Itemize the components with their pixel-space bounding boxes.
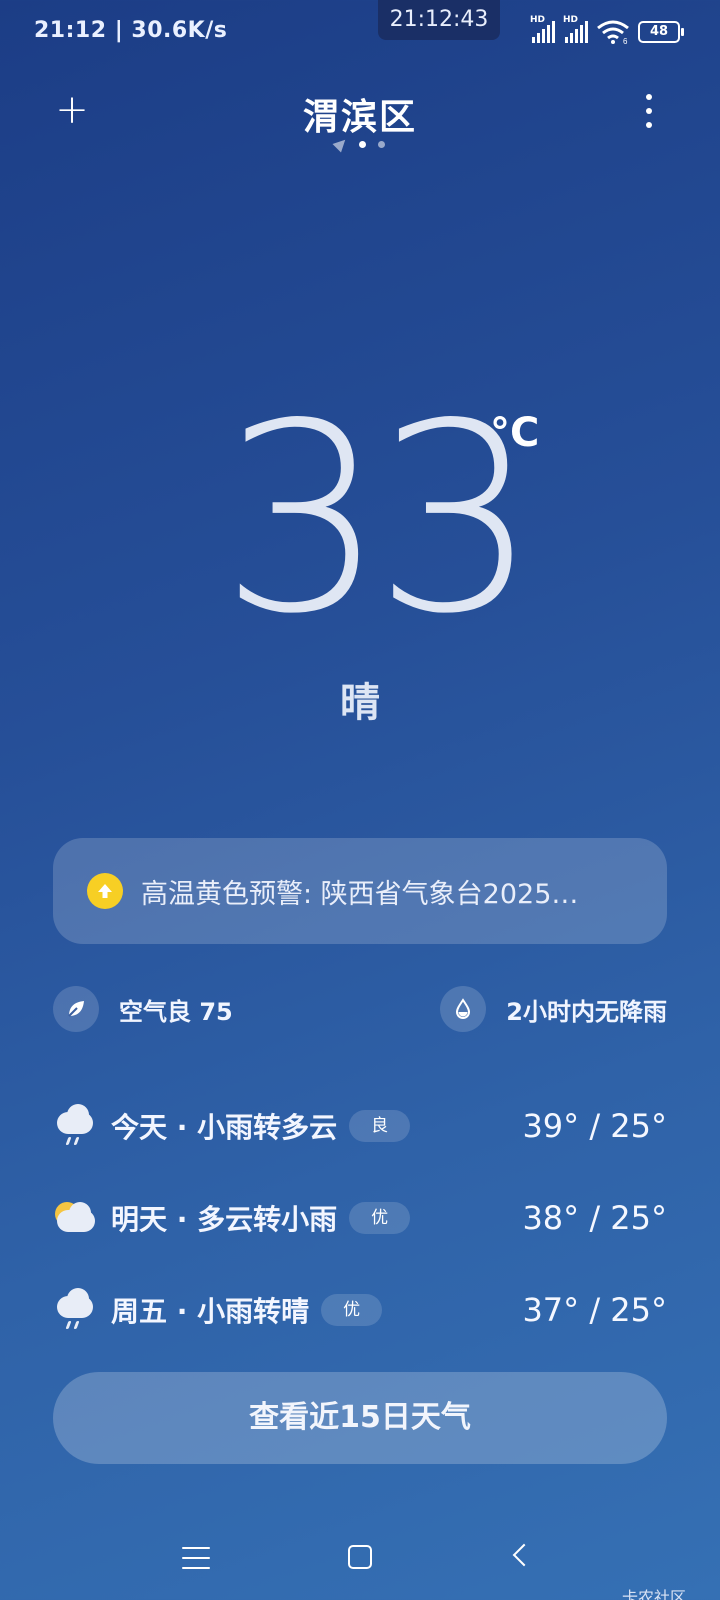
view-15-day-button[interactable]: 查看近15日天气	[53, 1372, 667, 1464]
aqi-badge: 良	[349, 1110, 411, 1142]
info-row: 空气良 75 2小时内无降雨	[53, 985, 667, 1033]
watermark: 卡农社区	[621, 1588, 686, 1600]
forecast-row-tomorrow[interactable]: 明天 · 多云转小雨 优 38° / 25°	[53, 1172, 667, 1264]
page-dot	[378, 140, 385, 148]
forecast-row-friday[interactable]: 周五 · 小雨转晴 优 37° / 25°	[53, 1264, 667, 1356]
alert-text: 高温黄色预警: 陕西省气象台2025…	[141, 878, 579, 910]
more-menu-button[interactable]	[644, 94, 654, 128]
temp-range: 39° / 25°	[522, 1107, 667, 1145]
status-time-speed: 21:12 | 30.6K/s	[34, 18, 228, 43]
forecast-row-today[interactable]: 今天 · 小雨转多云 良 39° / 25°	[53, 1080, 667, 1172]
page-indicator	[0, 135, 720, 153]
aqi-badge: 优	[321, 1294, 383, 1326]
forecast-day-label: 今天 · 小雨转多云	[111, 1111, 338, 1144]
arrow-up-icon	[87, 873, 123, 909]
temperature-unit: °C	[490, 410, 540, 456]
signal-2-icon: HD	[563, 15, 588, 43]
leaf-icon	[53, 986, 99, 1032]
nav-back-button[interactable]	[512, 1543, 536, 1567]
air-quality-item[interactable]: 空气良 75	[53, 985, 233, 1033]
status-clock-pill: 21:12:43	[378, 0, 500, 40]
svg-text:6: 6	[623, 37, 628, 44]
wifi-icon: 6	[597, 20, 629, 44]
status-bar: 21:12 | 30.6K/s 21:12:43 HD HD 6 48	[0, 0, 720, 68]
forecast-day-label: 明天 · 多云转小雨	[111, 1203, 338, 1236]
rain-cloud-icon	[53, 1104, 97, 1148]
city-title: 渭滨区	[302, 97, 417, 138]
forecast-list: 今天 · 小雨转多云 良 39° / 25° 明天 · 多云转小雨 优 38° …	[53, 1080, 667, 1356]
rain-forecast-item[interactable]: 2小时内无降雨	[440, 985, 667, 1033]
current-temperature: 33	[220, 369, 539, 671]
temp-range: 38° / 25°	[522, 1199, 667, 1237]
page-dot-active	[359, 140, 366, 148]
battery-icon: 48	[638, 21, 684, 43]
status-icons: HD HD 6 48	[530, 15, 684, 46]
system-nav-bar	[0, 1535, 720, 1585]
location-arrow-icon	[332, 135, 350, 153]
nav-menu-button[interactable]	[182, 1547, 210, 1569]
temp-range: 37° / 25°	[522, 1291, 667, 1329]
nav-home-button[interactable]	[348, 1545, 372, 1569]
forecast-day-label: 周五 · 小雨转晴	[111, 1295, 310, 1328]
air-quality-label: 空气良 75	[119, 997, 233, 1026]
aqi-badge: 优	[349, 1202, 411, 1234]
weather-alert-card[interactable]: 高温黄色预警: 陕西省气象台2025…	[53, 838, 667, 944]
signal-1-icon: HD	[530, 15, 555, 43]
raindrop-icon	[440, 986, 487, 1032]
rain-forecast-label: 2小时内无降雨	[506, 997, 667, 1026]
rain-cloud-icon	[53, 1288, 97, 1332]
top-bar: + 渭滨区	[0, 80, 720, 160]
current-condition: 晴	[340, 680, 380, 726]
sun-cloud-icon	[53, 1196, 97, 1240]
